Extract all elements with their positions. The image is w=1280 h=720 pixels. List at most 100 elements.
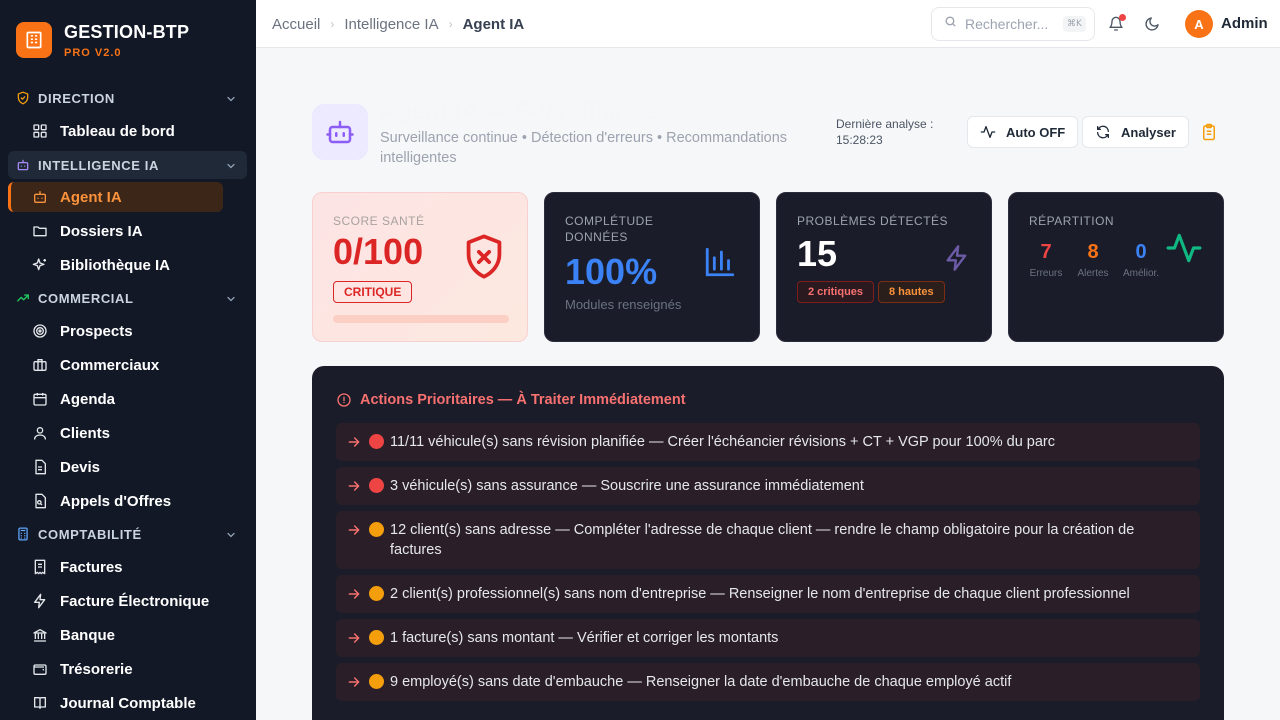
robot-icon [16, 158, 30, 172]
sidebar-item-label: Factures [60, 558, 123, 576]
priority-actions-panel: Actions Prioritaires — À Traiter Immédia… [312, 366, 1224, 720]
sidebar-item-label: Dossiers IA [60, 222, 143, 240]
alerts-value: 8 [1087, 241, 1099, 263]
sidebar-item-tresorerie[interactable]: Trésorerie [8, 654, 223, 684]
problems-value: 15 [797, 233, 838, 274]
sidebar-item-label: Clients [60, 424, 111, 442]
last-analysis: Dernière analyse : 15:28:23 [836, 116, 933, 148]
status-badge: CRITIQUE [333, 281, 413, 303]
sidebar-item-label: Bibliothèque IA [60, 256, 170, 274]
chevron-right-icon: › [448, 17, 453, 31]
search-input[interactable] [965, 16, 1057, 32]
distribution-card: RÉPARTITION 7 Erreurs 8 Alertes 0 Amélio… [1008, 192, 1224, 342]
bell-icon[interactable] [1106, 14, 1126, 34]
breadcrumb-intelligence-ia[interactable]: Intelligence IA [344, 16, 438, 33]
sidebar-item-label: Commerciaux [60, 356, 160, 374]
lightning-icon [943, 243, 971, 278]
sidebar-item-facture-electronique[interactable]: Facture Électronique [8, 586, 223, 616]
search-box[interactable]: ⌘K [931, 7, 1095, 41]
bank-icon [32, 627, 48, 643]
robot-icon [32, 189, 48, 205]
sidebar-item-agenda[interactable]: Agenda [8, 384, 223, 414]
action-item[interactable]: 12 client(s) sans adresse — Compléter l'… [336, 511, 1200, 569]
page-subtitle: Surveillance continue • Détection d'erre… [380, 130, 788, 166]
health-score-value: 0/100 [333, 231, 424, 272]
book-icon [32, 695, 48, 711]
completeness-note: Modules renseignés [565, 297, 682, 312]
arrow-right-icon [346, 478, 362, 494]
avatar[interactable]: A [1185, 10, 1213, 38]
health-score-card: SCORE SANTÉ 0/100 CRITIQUE [312, 192, 528, 342]
sidebar-item-label: Journal Comptable [60, 694, 196, 712]
alerts-label: Alertes [1077, 268, 1109, 279]
chevron-right-icon: › [330, 17, 335, 31]
sidebar-item-journal-comptable[interactable]: Journal Comptable [8, 688, 223, 718]
chevron-down-icon [225, 292, 237, 304]
arrow-right-icon [346, 434, 362, 450]
errors-stat: 7 Erreurs [1029, 241, 1063, 279]
action-item[interactable]: 9 employé(s) sans date d'embauche — Rens… [336, 663, 1200, 701]
section-commercial[interactable]: COMMERCIAL [8, 284, 247, 312]
brand-name: GESTION-BTP [64, 21, 190, 42]
completeness-card: COMPLÉTUDE DONNÉES 100% Modules renseign… [544, 192, 760, 342]
calculator-icon [16, 527, 30, 541]
severity-dot [369, 630, 384, 645]
section-intelligence-ia[interactable]: INTELLIGENCE IA [8, 151, 247, 179]
top-header: Accueil › Intelligence IA › Agent IA ⌘K … [256, 0, 1280, 48]
sidebar-item-label: Agenda [60, 390, 116, 408]
chevron-down-icon [225, 92, 237, 104]
sidebar-item-prospects[interactable]: Prospects [8, 316, 223, 346]
sidebar-item-appels-d-offres[interactable]: Appels d'Offres [8, 486, 223, 516]
sparkles-icon [32, 257, 48, 273]
sidebar-item-tableau-de-bord[interactable]: Tableau de bord [8, 116, 223, 146]
section-comptabilite[interactable]: COMPTABILITÉ [8, 520, 247, 548]
sidebar-item-clients[interactable]: Clients [8, 418, 223, 448]
action-item[interactable]: 2 client(s) professionnel(s) sans nom d'… [336, 575, 1200, 613]
chevron-down-icon [225, 159, 237, 171]
action-text: 9 employé(s) sans date d'embauche — Rens… [390, 674, 1012, 690]
lightning-icon [32, 593, 48, 609]
action-text: 3 véhicule(s) sans assurance — Souscrire… [390, 478, 864, 494]
high-badge: 8 hautes [878, 281, 945, 303]
section-label: INTELLIGENCE IA [38, 157, 159, 173]
errors-value: 7 [1040, 241, 1052, 263]
severity-dot [369, 586, 384, 601]
critical-badge: 2 critiques [797, 281, 875, 303]
refresh-icon [1095, 124, 1111, 140]
analyze-button[interactable]: Analyser [1082, 116, 1189, 148]
breadcrumb-accueil[interactable]: Accueil [272, 16, 320, 33]
completeness-value: 100% [565, 251, 658, 292]
dashboard-icon [32, 123, 48, 139]
sidebar-item-label: Appels d'Offres [60, 492, 172, 510]
building-icon [16, 22, 52, 58]
card-label: COMPLÉTUDE DONNÉES [565, 214, 654, 244]
action-item[interactable]: 1 facture(s) sans montant — Vérifier et … [336, 619, 1200, 657]
arrow-right-icon [346, 522, 362, 538]
action-item[interactable]: 3 véhicule(s) sans assurance — Souscrire… [336, 467, 1200, 505]
sidebar-item-devis[interactable]: Devis [8, 452, 223, 482]
auto-toggle-button[interactable]: Auto OFF [967, 116, 1079, 148]
moon-icon[interactable] [1142, 14, 1162, 34]
sidebar-item-bibliotheque-ia[interactable]: Bibliothèque IA [8, 250, 223, 280]
problems-card: PROBLÈMES DÉTECTÉS 15 2 critiques 8 haut… [776, 192, 992, 342]
card-label: RÉPARTITION [1029, 214, 1115, 228]
sidebar-item-agent-ia[interactable]: Agent IA [8, 182, 223, 212]
card-label: SCORE SANTÉ [333, 214, 425, 228]
sidebar-item-label: Facture Électronique [60, 592, 210, 610]
sidebar-item-commerciaux[interactable]: Commerciaux [8, 350, 223, 380]
user-name[interactable]: Admin [1221, 15, 1268, 32]
sidebar-item-banque[interactable]: Banque [8, 620, 223, 650]
sidebar-item-label: Devis [60, 458, 101, 476]
sidebar-item-dossiers-ia[interactable]: Dossiers IA [8, 216, 223, 246]
improvements-label: Amélior. [1122, 268, 1160, 279]
section-direction[interactable]: DIRECTION [8, 84, 247, 112]
improvements-value: 0 [1135, 241, 1147, 263]
brand[interactable]: GESTION-BTP PRO V2.0 [0, 0, 256, 80]
action-text: 2 client(s) professionnel(s) sans nom d'… [390, 586, 1130, 602]
action-item[interactable]: 11/11 véhicule(s) sans révision planifié… [336, 423, 1200, 461]
notification-dot [1119, 14, 1126, 21]
clipboard-icon[interactable] [1200, 123, 1218, 141]
sidebar-item-factures[interactable]: Factures [8, 552, 223, 582]
sidebar-item-label: Banque [60, 626, 116, 644]
chevron-down-icon [225, 528, 237, 540]
